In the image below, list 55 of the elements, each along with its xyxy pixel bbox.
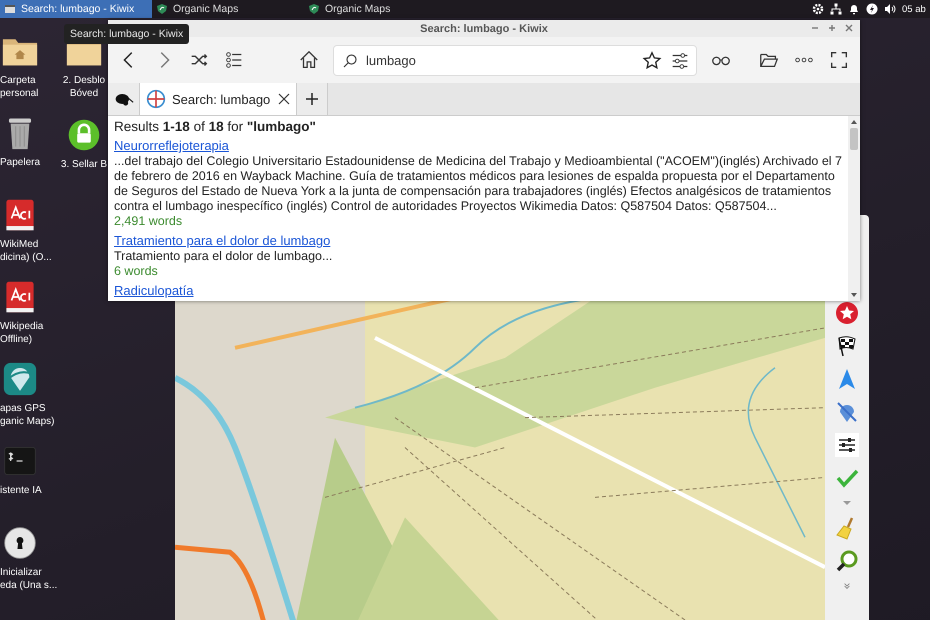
plus-icon — [306, 93, 318, 105]
window-icon — [4, 3, 16, 15]
desktop-icon-label[interactable]: Inicializar eda (Una s... — [0, 566, 58, 592]
word-count: 2,491 words — [114, 214, 184, 229]
taskbar-button[interactable]: Organic Maps — [152, 0, 304, 18]
magnifier-icon[interactable] — [835, 549, 859, 573]
desktop-icon-label[interactable]: apas GPS ganic Maps) — [0, 402, 54, 428]
clock: 05 ab — [902, 4, 927, 14]
chevrons-icon[interactable] — [842, 582, 852, 590]
scrollbar[interactable] — [848, 116, 860, 301]
home-icon[interactable] — [298, 49, 320, 71]
shield-icon — [156, 3, 168, 15]
result-link[interactable]: Radiculopatía — [114, 283, 194, 299]
window-title: Search: lumbago - Kiwix — [420, 22, 548, 34]
search-field[interactable]: lumbago — [333, 44, 697, 76]
close-icon[interactable] — [278, 93, 290, 105]
result-snippet: Tratamiento para el dolor de lumbago... — [114, 249, 334, 264]
tab[interactable]: Search: lumbago — [140, 83, 297, 115]
taskbar-button[interactable]: Search: lumbago - Kiwix — [0, 0, 152, 18]
desktop-icon-label[interactable]: WikiMed dicina) (O... — [0, 238, 52, 264]
desktop-icon-label[interactable]: 2. Desblo Bóved — [62, 74, 106, 100]
desktop-icon-label[interactable]: Carpeta personal — [0, 74, 38, 100]
terminal-icon[interactable] — [2, 444, 38, 478]
scroll-down-icon[interactable] — [850, 292, 858, 298]
sliders-icon[interactable] — [835, 433, 859, 457]
network-icon[interactable] — [830, 3, 842, 15]
desktop-icon-label[interactable]: istente IA — [0, 484, 42, 497]
globe-icon — [146, 89, 166, 109]
scroll-up-icon[interactable] — [850, 119, 858, 125]
new-tab-button[interactable] — [297, 83, 328, 115]
map-pin-icon[interactable] — [2, 362, 38, 396]
word-count: 6 words — [114, 264, 159, 279]
library-button[interactable] — [108, 83, 140, 115]
padlock-icon[interactable] — [66, 118, 102, 152]
lightning-icon[interactable] — [866, 3, 878, 15]
taskbar-button[interactable]: Organic Maps — [304, 0, 456, 18]
settings-icon[interactable] — [812, 3, 824, 15]
crossed-pin-icon[interactable] — [835, 400, 859, 424]
bell-icon[interactable] — [848, 3, 860, 15]
desktop-icon-label[interactable]: Wikipedia Offline) — [0, 320, 44, 346]
fullscreen-icon[interactable] — [828, 49, 850, 71]
results-summary: Results 1-18 of 18 for "lumbago" — [114, 119, 317, 134]
keyhole-icon[interactable] — [2, 526, 38, 560]
search-icon — [341, 52, 359, 70]
desktop-icon-label[interactable]: Papelera — [0, 156, 40, 169]
shield-icon — [308, 3, 320, 15]
maximize-icon[interactable] — [827, 23, 837, 33]
result-link[interactable]: Neurorreflejoterapia — [114, 138, 229, 154]
desktop-icon-label[interactable]: 3. Sellar B — [60, 158, 108, 171]
bookmark-star-icon[interactable] — [641, 50, 663, 72]
volume-icon[interactable] — [884, 3, 896, 15]
scroll-thumb[interactable] — [850, 128, 858, 150]
tooltip: Search: lumbago - Kiwix — [64, 24, 190, 44]
result-snippet: ...del trabajo del Colegio Universitario Estadounidense de Medicina del Trabajo y Medioambiental ("ACOEM")(inglés) Archivado el 7 de febrero de 2016 en Wayback Machine. Guía de tratamientos médicos para lesiones de espalda propuesta por el Departamento de Seguros del Estado de Nueva York a la junta de compensación para trabajadores (inglés) Efectos analgésicos de tratamientos contra el lumbago inespecífico (inglés) Control de autoridades Proyectos Wikimedia Datos: Q587504 Datos: Q587504... — [114, 154, 842, 214]
result-link[interactable]: Tratamiento para el dolor de lumbago — [114, 233, 330, 249]
